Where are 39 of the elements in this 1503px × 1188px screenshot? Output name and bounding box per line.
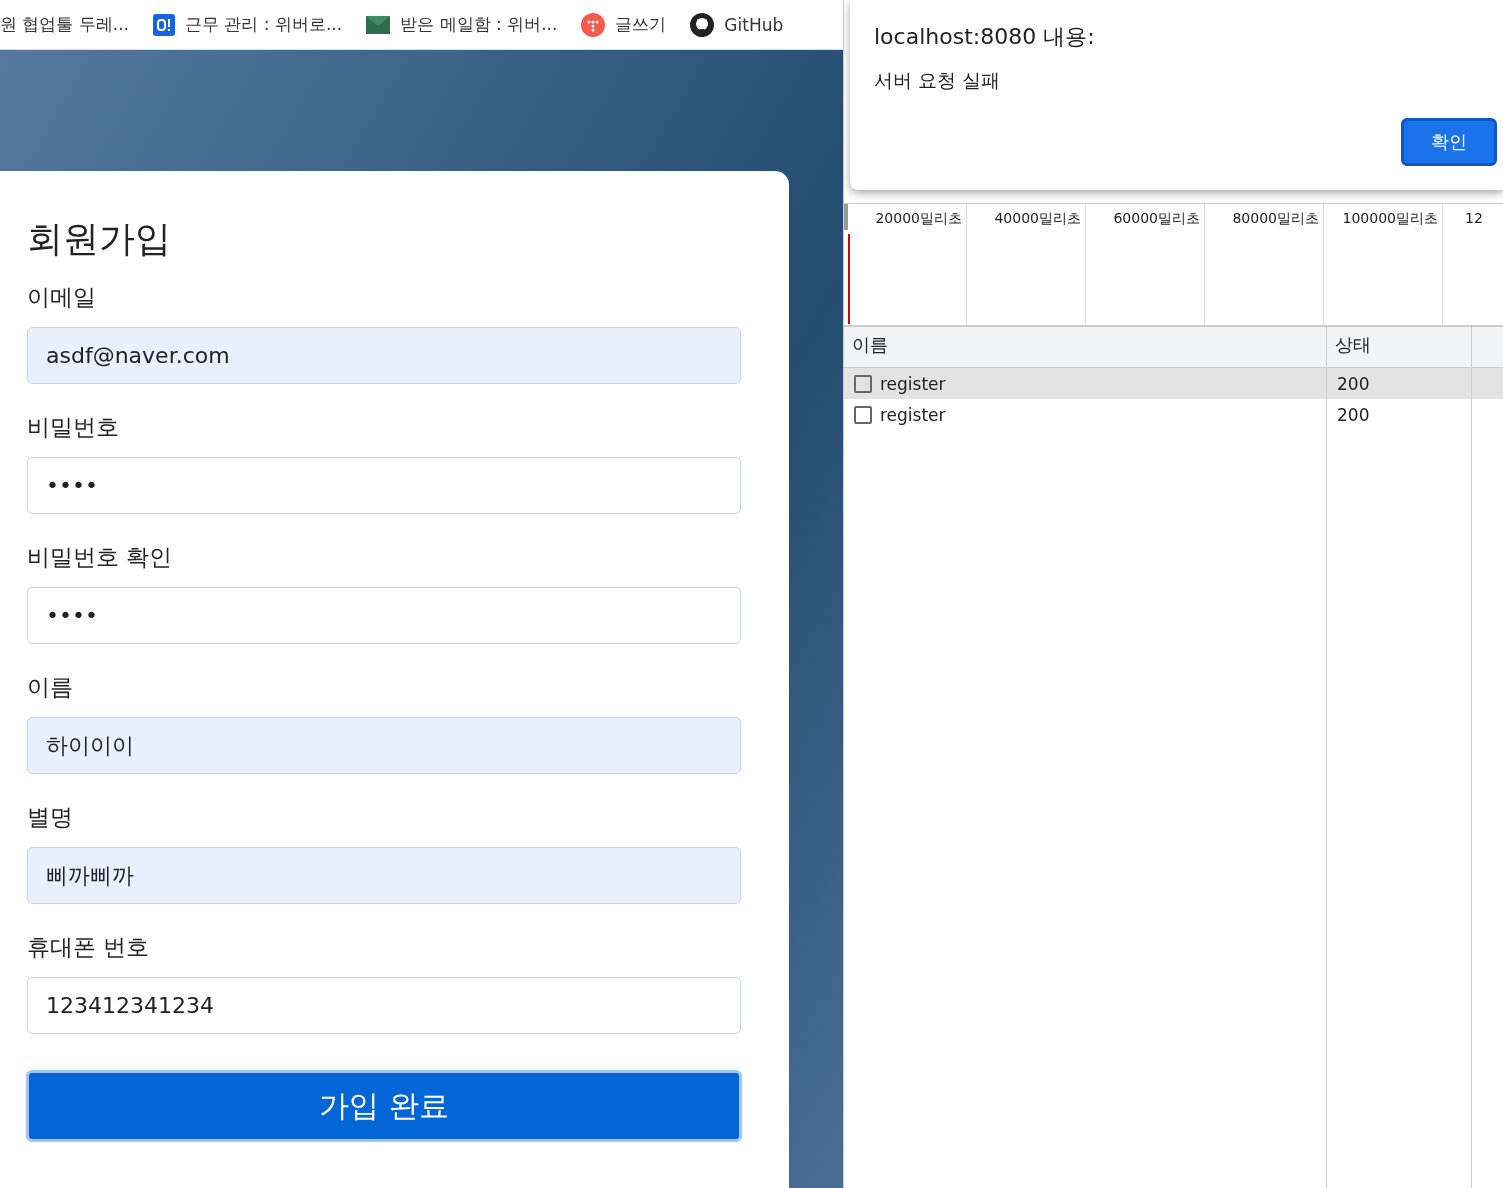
field-label: 비밀번호 확인 bbox=[27, 543, 174, 572]
status-code: 200 bbox=[1337, 404, 1370, 425]
bookmark[interactable]: GitHub bbox=[690, 12, 784, 37]
checkbox[interactable] bbox=[854, 374, 872, 393]
dialog-message: 서버 요청 실패 bbox=[874, 68, 1002, 93]
dialog-title: localhost:8080 내용: bbox=[874, 23, 1096, 51]
input-field[interactable]: 123412341234 bbox=[27, 977, 741, 1034]
envelope-icon bbox=[366, 15, 391, 34]
timeline-tick: 12 bbox=[1465, 210, 1483, 226]
status-code: 200 bbox=[1337, 373, 1370, 394]
input-field[interactable]: •••• bbox=[27, 457, 741, 514]
input-field[interactable]: 하이이이 bbox=[27, 717, 741, 774]
field-label: 이메일 bbox=[27, 283, 97, 312]
column-header[interactable]: 이름 bbox=[844, 327, 1327, 367]
bookmark[interactable]: 받은 메일함 : 위버... bbox=[366, 13, 558, 36]
bookmark[interactable]: 근무 관리 : 위버로... bbox=[153, 13, 343, 36]
input-field[interactable]: 삐까삐까 bbox=[27, 847, 741, 904]
request-name[interactable]: register bbox=[880, 404, 946, 425]
field-label: 비밀번호 bbox=[27, 413, 120, 442]
timeline-tick: 20000밀리초 bbox=[875, 210, 962, 226]
submit-button[interactable]: 가입 완료 bbox=[26, 1070, 742, 1142]
timeline-tick: 60000밀리초 bbox=[1113, 210, 1200, 226]
request-name[interactable]: register bbox=[880, 373, 946, 394]
form-title: 회원가입 bbox=[27, 217, 172, 261]
ok-button[interactable]: 확인 bbox=[1401, 118, 1497, 166]
timeline-tick: 40000밀리초 bbox=[994, 210, 1081, 226]
bookmark[interactable]: 글쓰기 bbox=[581, 12, 667, 37]
field-label: 이름 bbox=[27, 673, 74, 702]
dots-icon bbox=[581, 12, 606, 37]
timeline-tick: 80000밀리초 bbox=[1232, 210, 1319, 226]
checkbox[interactable] bbox=[854, 405, 872, 424]
column-header[interactable]: 상태 bbox=[1327, 327, 1472, 367]
bookmark[interactable]: 원 협업툴 두레... bbox=[0, 13, 130, 36]
timeline-tick: 100000밀리초 bbox=[1342, 210, 1438, 226]
field-label: 휴대폰 번호 bbox=[27, 933, 151, 962]
field-label: 별명 bbox=[27, 803, 74, 832]
input-field[interactable]: •••• bbox=[27, 587, 741, 644]
input-field[interactable]: asdf@naver.com bbox=[27, 327, 741, 384]
badge-icon bbox=[153, 13, 176, 36]
